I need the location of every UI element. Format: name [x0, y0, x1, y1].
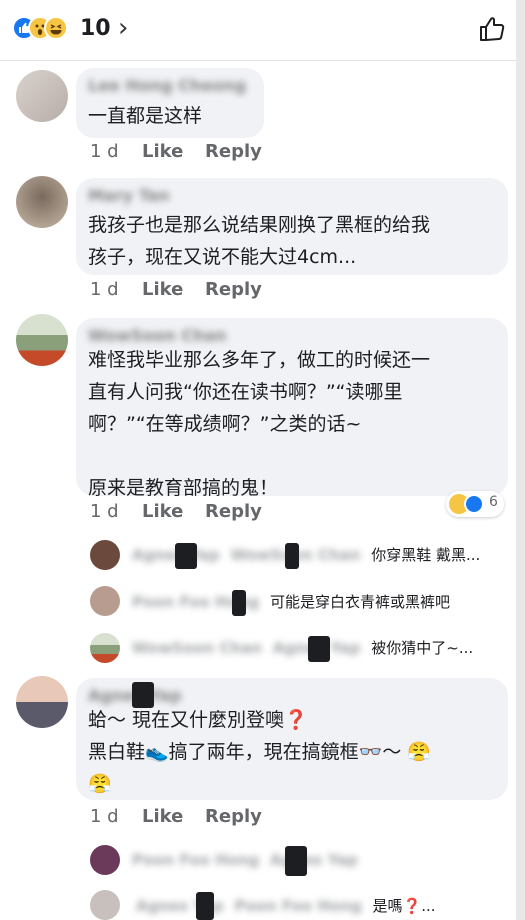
avatar[interactable]	[90, 890, 120, 920]
redaction-mark	[232, 590, 246, 616]
comment-bubble: Lee Hong Cheong 一直都是这样	[76, 68, 264, 138]
reaction-count[interactable]: 10	[80, 15, 111, 43]
chevron-right-icon[interactable]: ›	[118, 14, 128, 42]
reply-button[interactable]: Reply	[205, 140, 262, 164]
like-button[interactable]: Like	[142, 140, 183, 164]
reply-text: 是嗎❓...	[372, 897, 436, 915]
reply-text: 你穿黑鞋 戴黑...	[371, 546, 481, 564]
reply-button[interactable]: Reply	[205, 500, 262, 524]
scroll-edge	[516, 0, 525, 920]
avatar[interactable]	[16, 314, 68, 366]
avatar[interactable]	[90, 845, 120, 875]
like-button[interactable]: Like	[142, 278, 183, 302]
comment-author[interactable]: Lee Hong Cheong	[88, 76, 246, 96]
reply-author: Poon Foo Hong	[132, 851, 260, 869]
reply-preview[interactable]: Poon Foo Hong Agnes Yap	[132, 850, 512, 872]
like-button[interactable]: Like	[142, 500, 183, 524]
comment-bubble: WowSoon Chan 难怪我毕业那么多年了，做工的时候还一 直有人问我“你还…	[76, 318, 508, 499]
comment-time[interactable]: 1 d	[90, 140, 119, 164]
avatar[interactable]	[90, 540, 120, 570]
comment-reactions[interactable]: 6	[446, 491, 504, 517]
redaction-mark	[308, 636, 330, 662]
reply-tag: Agnes Yap	[270, 851, 358, 869]
avatar[interactable]	[90, 586, 120, 616]
redaction-mark	[132, 682, 154, 708]
avatar[interactable]	[16, 676, 68, 728]
like-icon	[464, 494, 484, 514]
comment-actions: 1 d Like Reply	[90, 500, 290, 524]
redaction-mark	[285, 543, 299, 569]
reaction-count: 6	[489, 494, 498, 510]
comment-bubble: Mary Tan 我孩子也是那么说结果刚换了黑框的给我 孩子，现在又说不能大过4…	[76, 178, 508, 275]
comment-text: 难怪我毕业那么多年了，做工的时候还一 直有人问我“你还在读书啊？”“读哪里 啊？…	[88, 349, 431, 499]
thumb-up-icon[interactable]	[477, 14, 507, 48]
comment-text: 蛤～ 現在又什麼別登噢❓ 黑白鞋👟搞了兩年，現在搞鏡框👓～ 😤 😤	[88, 709, 432, 795]
redaction-mark	[175, 543, 197, 569]
comment-actions: 1 d Like Reply	[90, 805, 290, 829]
reply-text: 可能是穿白衣青裤或黑裤吧	[270, 593, 451, 611]
comment-author[interactable]: WowSoon Chan	[88, 326, 227, 346]
comment-author[interactable]: Mary Tan	[88, 186, 170, 206]
avatar[interactable]	[16, 70, 68, 122]
comment-text: 一直都是这样	[88, 105, 203, 127]
reply-button[interactable]: Reply	[205, 278, 262, 302]
haha-icon	[44, 16, 68, 40]
comment-time[interactable]: 1 d	[90, 500, 119, 524]
avatar[interactable]	[90, 633, 120, 663]
comment-actions: 1 d Like Reply	[90, 278, 290, 302]
reply-author: WowSoon Chan	[132, 639, 262, 657]
reply-preview[interactable]: Agnes Yap Poon Foo Hong 是嗎❓...	[136, 896, 512, 918]
avatar[interactable]	[16, 176, 68, 228]
like-button[interactable]: Like	[142, 805, 183, 829]
reply-preview[interactable]: Poon Foo Hong 可能是穿白衣青裤或黑裤吧	[132, 592, 512, 614]
reply-button[interactable]: Reply	[205, 805, 262, 829]
reply-text: 被你猜中了~...	[371, 639, 474, 657]
comment-text: 我孩子也是那么说结果刚换了黑框的给我 孩子，现在又说不能大过4cm...	[88, 214, 431, 268]
redaction-mark	[285, 846, 307, 876]
comment-time[interactable]: 1 d	[90, 278, 119, 302]
reactions-header: 10 ›	[0, 0, 525, 61]
comment-actions: 1 d Like Reply	[90, 140, 290, 164]
redaction-mark	[196, 892, 214, 920]
comment-time[interactable]: 1 d	[90, 805, 119, 829]
reply-tag: Poon Foo Hong	[234, 897, 362, 915]
